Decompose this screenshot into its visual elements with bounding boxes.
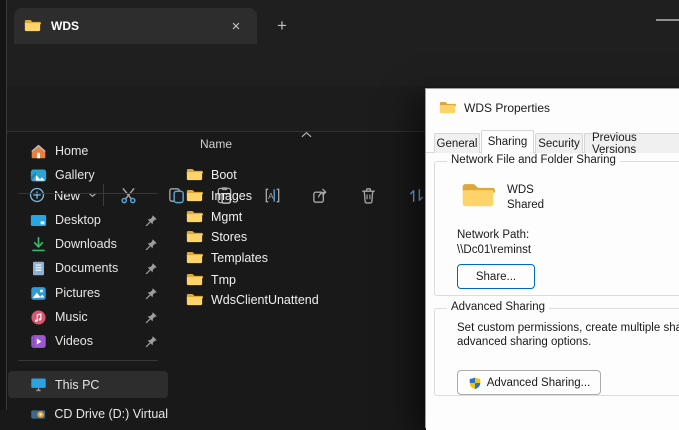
share-dialog-button[interactable]: Share...	[457, 264, 535, 289]
folder-icon	[186, 231, 203, 243]
dialog-titlebar: WDS Properties	[426, 89, 679, 127]
navigation-bar: › This PC › Data (E:) › WDS › Search	[0, 44, 679, 124]
folder-icon	[186, 274, 203, 286]
advanced-sharing-button[interactable]: Advanced Sharing...	[457, 370, 601, 395]
window-left-edge	[0, 0, 7, 410]
gallery-icon	[30, 169, 47, 181]
sort-ascending-icon	[301, 125, 312, 143]
sidebar-item-this-pc[interactable]: This PC	[8, 371, 168, 398]
network-sharing-group: Network File and Folder Sharing WDS Shar…	[434, 154, 679, 296]
file-row-templates[interactable]: Templates	[178, 248, 424, 268]
folder-icon	[186, 294, 203, 306]
sidebar-item-pictures[interactable]: Pictures	[8, 281, 168, 305]
pin-icon	[145, 287, 158, 300]
toolbar-divider	[103, 184, 104, 206]
group-title: Network File and Folder Sharing	[447, 154, 620, 166]
shared-folder-icon	[461, 182, 495, 215]
videos-icon	[31, 334, 46, 348]
tab-title: WDS	[51, 19, 79, 33]
folder-icon	[439, 102, 456, 114]
pin-icon	[145, 214, 158, 227]
advanced-description-line2: advanced sharing options.	[457, 336, 592, 348]
pin-icon	[145, 311, 158, 324]
folder-icon	[24, 19, 41, 33]
dialog-title: WDS Properties	[464, 101, 551, 115]
sidebar-divider	[18, 193, 158, 194]
new-tab-button[interactable]: +	[268, 12, 296, 40]
sidebar-divider	[18, 360, 158, 361]
sidebar-item-gallery[interactable]: Gallery	[8, 163, 168, 187]
network-path-label: Network Path:	[457, 229, 530, 241]
advanced-sharing-group: Advanced Sharing Set custom permissions,…	[434, 301, 679, 396]
sidebar-item-cd-drive[interactable]: CD Drive (D:) Virtual	[8, 402, 168, 426]
minimize-icon[interactable]	[656, 19, 679, 21]
folder-icon	[186, 211, 203, 223]
group-title: Advanced Sharing	[447, 301, 549, 313]
folder-icon	[186, 252, 203, 264]
documents-icon	[32, 261, 45, 275]
cut-icon	[120, 187, 136, 203]
sidebar-item-home[interactable]: Home	[8, 139, 168, 163]
tab-previous-versions[interactable]: Previous Versions	[584, 132, 679, 156]
advanced-sharing-label: Advanced Sharing...	[486, 376, 591, 389]
pictures-icon	[31, 286, 46, 300]
sidebar-item-downloads[interactable]: Downloads	[8, 232, 168, 256]
tab-general[interactable]: General	[434, 133, 480, 153]
share-name: WDS	[507, 184, 534, 196]
column-header-name[interactable]: Name	[200, 137, 232, 151]
sidebar-item-desktop[interactable]: Desktop	[8, 208, 168, 232]
home-icon	[31, 144, 46, 158]
plus-circle-icon	[28, 186, 46, 204]
tab-security[interactable]: Security	[535, 133, 583, 153]
dialog-tabs: General Sharing Security Previous Versio…	[434, 129, 679, 156]
network-path-value: \\Dc01\reminst	[457, 244, 532, 256]
new-button-label: New	[54, 187, 81, 203]
cd-drive-icon	[31, 409, 46, 419]
file-row-boot[interactable]: Boot	[178, 165, 424, 185]
sidebar-item-videos[interactable]: Videos	[8, 329, 168, 353]
advanced-description-line1: Set custom permissions, create multiple …	[457, 322, 679, 334]
folder-icon	[186, 190, 203, 202]
titlebar: WDS × +	[0, 0, 679, 44]
pin-icon	[145, 335, 158, 348]
file-row-stores[interactable]: Stores	[178, 227, 424, 247]
tab-sharing[interactable]: Sharing	[481, 130, 534, 154]
sidebar-item-documents[interactable]: Documents	[8, 256, 168, 280]
sidebar-item-music[interactable]: Music	[8, 305, 168, 329]
folder-icon	[186, 169, 203, 181]
file-row-wdsclientunattend[interactable]: WdsClientUnattend	[178, 290, 424, 310]
file-row-tmp[interactable]: Tmp	[178, 270, 424, 290]
properties-dialog: WDS Properties General Sharing Security …	[425, 88, 679, 430]
file-row-images[interactable]: Images	[178, 186, 424, 206]
pin-icon	[145, 238, 158, 251]
explorer-tab[interactable]: WDS ×	[14, 8, 257, 44]
desktop-icon	[30, 214, 47, 226]
share-status: Shared	[507, 199, 545, 211]
this-pc-icon	[31, 378, 46, 392]
music-icon	[31, 309, 46, 325]
file-row-mgmt[interactable]: Mgmt	[178, 207, 424, 227]
pin-icon	[145, 262, 158, 275]
tab-close-icon[interactable]: ×	[225, 15, 247, 37]
downloads-icon	[32, 236, 45, 251]
uac-shield-icon	[469, 376, 480, 389]
